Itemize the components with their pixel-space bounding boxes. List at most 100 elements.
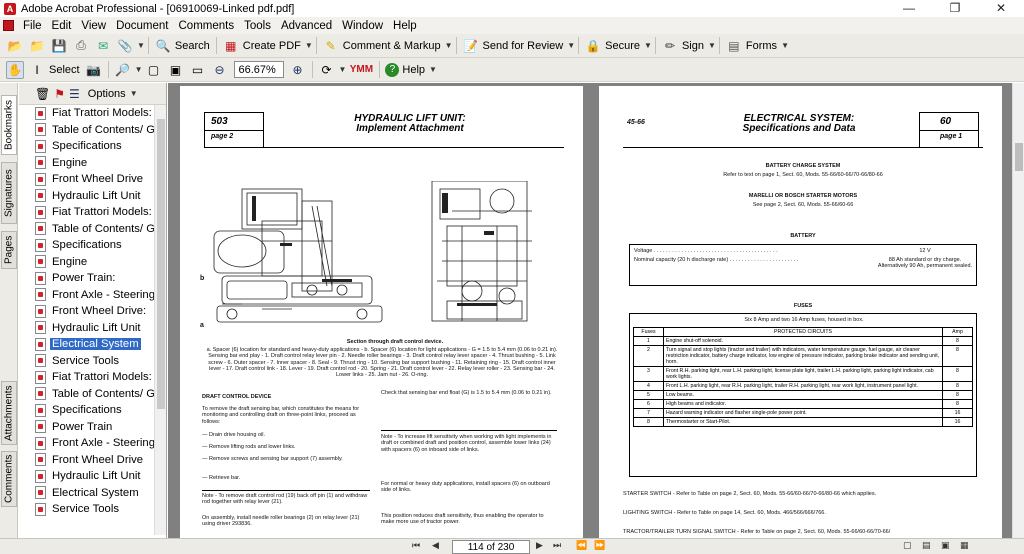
- bookmark-item[interactable]: Hydraulic Lift Unit: [19, 320, 154, 337]
- bookmark-item[interactable]: Electrical System: [19, 485, 154, 502]
- next-page-icon[interactable]: ▶: [536, 540, 543, 551]
- bookmark-item[interactable]: Specifications: [19, 237, 154, 254]
- ymm-logo-icon[interactable]: YMM: [348, 61, 374, 79]
- bookmark-item[interactable]: Specifications: [19, 138, 154, 155]
- continuous-facing-icon[interactable]: ▦: [960, 540, 969, 551]
- snapshot-icon[interactable]: 📷: [85, 61, 103, 79]
- bookmark-item[interactable]: Power Train:: [19, 270, 154, 287]
- bookmark-item[interactable]: Fiat Trattori Models: 45-: [19, 369, 154, 386]
- bookmarks-scrollbar[interactable]: [154, 105, 166, 535]
- menu-comments[interactable]: Comments: [174, 20, 240, 32]
- bookmark-item[interactable]: Front Axle - Steering: [19, 435, 154, 452]
- zoom-in-icon[interactable]: ⊕: [289, 61, 307, 79]
- expand-bookmark-icon[interactable]: ☰: [69, 85, 80, 103]
- email-icon[interactable]: ✉: [94, 37, 112, 55]
- bookmark-item[interactable]: Electrical System: [19, 336, 154, 353]
- bookmark-item[interactable]: Front Wheel Drive: [19, 171, 154, 188]
- bookmark-item[interactable]: Engine: [19, 155, 154, 172]
- save-icon[interactable]: 💾: [50, 37, 68, 55]
- window-title: Adobe Acrobat Professional - [06910069-L…: [21, 2, 295, 15]
- bookmark-item[interactable]: Service Tools: [19, 353, 154, 370]
- select-text-icon[interactable]: I: [28, 61, 46, 79]
- bookmark-item[interactable]: Fiat Trattori Models: 55-: [19, 105, 154, 122]
- menu-view[interactable]: View: [76, 20, 111, 32]
- tab-comments[interactable]: Comments: [1, 451, 17, 507]
- bookmark-item[interactable]: Front Wheel Drive:: [19, 303, 154, 320]
- forms-button[interactable]: Forms: [746, 40, 777, 52]
- facing-icon[interactable]: ▣: [941, 540, 950, 551]
- search-icon[interactable]: 🔍: [154, 37, 172, 55]
- close-button[interactable]: ✕: [978, 0, 1024, 17]
- sign-icon[interactable]: ✏: [661, 37, 679, 55]
- attach-icon[interactable]: 📎: [116, 37, 134, 55]
- print-icon[interactable]: ⎙: [72, 37, 90, 55]
- restore-button[interactable]: ❐: [932, 0, 978, 17]
- zoom-out-icon[interactable]: ⊖: [211, 61, 229, 79]
- bookmark-item[interactable]: Specifications: [19, 402, 154, 419]
- fuse-row: 6 High beams and indicator. 8: [633, 399, 973, 409]
- delete-bookmark-icon[interactable]: 🗑: [35, 85, 50, 103]
- hand-tool-icon[interactable]: ✋: [6, 60, 24, 79]
- document-viewport[interactable]: 503 page 2 HYDRAULIC LIFT UNIT: Implemen…: [168, 83, 1012, 538]
- bookmark-item[interactable]: Table of Contents/ Gen: [19, 386, 154, 403]
- bookmark-item[interactable]: Hydraulic Lift Unit: [19, 468, 154, 485]
- menu-edit[interactable]: Edit: [47, 20, 77, 32]
- bookmark-item[interactable]: Engine: [19, 254, 154, 271]
- document-icon[interactable]: [3, 20, 14, 31]
- tab-bookmarks[interactable]: Bookmarks: [1, 95, 17, 155]
- tab-attachments[interactable]: Attachments: [1, 381, 17, 445]
- create-pdf-icon[interactable]: ▦: [222, 37, 240, 55]
- bookmark-item[interactable]: Table of Contents/ Gen: [19, 221, 154, 238]
- comment-markup-button[interactable]: Comment & Markup: [343, 40, 441, 52]
- previous-page-icon[interactable]: ◀: [432, 540, 439, 551]
- zoom-level-field[interactable]: [233, 61, 284, 78]
- minimize-button[interactable]: —: [886, 0, 932, 17]
- create-pdf-button[interactable]: Create PDF: [243, 40, 301, 52]
- menu-help[interactable]: Help: [388, 20, 422, 32]
- tab-pages[interactable]: Pages: [1, 231, 17, 269]
- rotate-icon[interactable]: ⟳: [318, 61, 336, 79]
- select-button[interactable]: Select: [49, 64, 80, 76]
- previous-view-icon[interactable]: ⏪: [576, 540, 587, 551]
- first-page-icon[interactable]: ⏮: [412, 540, 420, 551]
- options-menu[interactable]: Options: [88, 88, 126, 100]
- single-page-icon[interactable]: ▢: [903, 540, 912, 551]
- lock-icon[interactable]: 🔒: [584, 37, 602, 55]
- menu-advanced[interactable]: Advanced: [276, 20, 337, 32]
- bookmark-item[interactable]: Table of Contents/ Gen: [19, 122, 154, 139]
- menu-window[interactable]: Window: [337, 20, 388, 32]
- zoom-tool-icon[interactable]: 🔎: [114, 61, 132, 79]
- bookmark-item[interactable]: Power Train: [19, 419, 154, 436]
- sign-button[interactable]: Sign: [682, 40, 704, 52]
- bookmark-item[interactable]: Hydraulic Lift Unit: [19, 188, 154, 205]
- open-icon[interactable]: 📂: [6, 37, 24, 55]
- search-button[interactable]: Search: [175, 40, 210, 52]
- send-review-icon[interactable]: 📝: [462, 37, 480, 55]
- forms-icon[interactable]: ▤: [725, 37, 743, 55]
- actual-size-icon[interactable]: ▢: [145, 61, 163, 79]
- bookmark-item[interactable]: Front Wheel Drive: [19, 452, 154, 469]
- bookmark-page-icon: [35, 255, 46, 269]
- bookmark-item[interactable]: Service Tools: [19, 501, 154, 518]
- menu-document[interactable]: Document: [111, 20, 173, 32]
- send-review-button[interactable]: Send for Review: [483, 40, 564, 52]
- continuous-icon[interactable]: ▤: [922, 540, 931, 551]
- fit-page-icon[interactable]: ▣: [167, 61, 185, 79]
- bookmark-item[interactable]: Front Axle - Steering: [19, 287, 154, 304]
- next-view-icon[interactable]: ⏩: [594, 540, 605, 551]
- menu-file[interactable]: File: [18, 20, 47, 32]
- organizer-icon[interactable]: 📁: [28, 37, 46, 55]
- comment-icon[interactable]: ✎: [322, 37, 340, 55]
- secure-button[interactable]: Secure: [605, 40, 640, 52]
- help-button[interactable]: Help: [402, 64, 425, 76]
- menu-tools[interactable]: Tools: [239, 20, 276, 32]
- section-number: 503: [205, 113, 263, 131]
- new-bookmark-icon[interactable]: ⚑: [54, 85, 65, 103]
- bookmark-item[interactable]: Fiat Trattori Models: 45-: [19, 204, 154, 221]
- last-page-icon[interactable]: ⏭: [553, 540, 561, 551]
- tab-signatures[interactable]: Signatures: [1, 162, 17, 224]
- fit-width-icon[interactable]: ▭: [189, 61, 207, 79]
- help-icon[interactable]: ?: [385, 62, 400, 77]
- document-scrollbar[interactable]: [1012, 83, 1024, 538]
- page-number-field[interactable]: [452, 540, 530, 554]
